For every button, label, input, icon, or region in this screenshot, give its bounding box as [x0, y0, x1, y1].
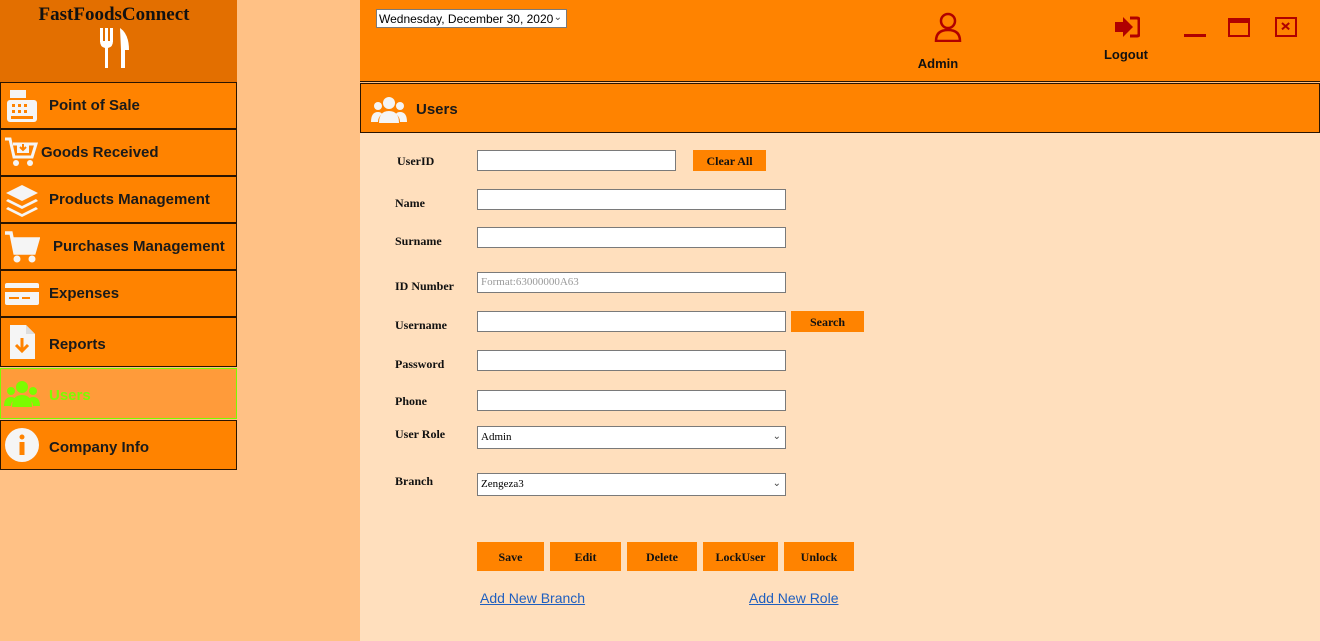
layers-icon: [6, 185, 38, 217]
cart-download-icon: [5, 137, 39, 166]
password-label: Password: [395, 357, 445, 371]
cash-register-icon: [7, 90, 37, 122]
sidebar-item-expenses[interactable]: Expenses: [0, 270, 237, 317]
surname-label: Surname: [395, 234, 442, 248]
username-label: Username: [395, 318, 447, 332]
minimize-icon[interactable]: [1184, 34, 1206, 37]
close-icon[interactable]: [1275, 17, 1297, 37]
fork-knife-icon: [100, 28, 129, 68]
page-title: Users: [416, 101, 458, 118]
user-role-select[interactable]: Admin ⌄: [477, 426, 786, 449]
sidebar-item-label: Company Info: [49, 439, 149, 456]
userid-field[interactable]: [477, 150, 676, 171]
id-number-label: ID Number: [395, 279, 454, 293]
logout-icon[interactable]: [1114, 16, 1140, 38]
name-label: Name: [395, 196, 425, 210]
credit-card-icon: [5, 283, 39, 305]
branch-label: Branch: [395, 474, 434, 488]
sidebar-item-label: Goods Received: [41, 144, 159, 161]
userid-label: UserID: [397, 154, 435, 168]
sidebar-item-label: Reports: [49, 336, 106, 353]
add-new-branch-link[interactable]: Add New Branch: [480, 590, 585, 606]
delete-button[interactable]: Delete: [627, 542, 697, 571]
sidebar-item-purchases-management[interactable]: Purchases Management: [0, 223, 237, 270]
user-form-panel: UserID Clear All Name Surname ID Number …: [360, 133, 1320, 641]
sidebar-item-point-of-sale[interactable]: Point of Sale: [0, 82, 237, 129]
phone-label: Phone: [395, 394, 428, 408]
sidebar-item-reports[interactable]: Reports: [0, 317, 237, 367]
user-role-label: User Role: [395, 427, 446, 441]
clear-all-button[interactable]: Clear All: [693, 150, 766, 171]
password-field[interactable]: [477, 350, 786, 371]
username-field[interactable]: [477, 311, 786, 332]
lock-user-button[interactable]: LockUser: [703, 542, 778, 571]
sidebar-item-label: Products Management: [49, 191, 210, 208]
shopping-cart-icon: [5, 231, 40, 263]
chevron-down-icon: ⌄: [553, 12, 562, 23]
users-icon: [371, 97, 407, 123]
sidebar-item-label: Purchases Management: [53, 238, 225, 255]
sidebar-item-users[interactable]: Users: [0, 368, 237, 419]
phone-field[interactable]: [477, 390, 786, 411]
save-button[interactable]: Save: [477, 542, 544, 571]
sidebar: FastFoodsConnect Point of Sale Goods Rec…: [0, 0, 237, 641]
top-header: Wednesday, December 30, 2020 ⌄ Admin Log…: [360, 0, 1320, 82]
name-field[interactable]: [477, 189, 786, 210]
unlock-button[interactable]: Unlock: [784, 542, 854, 571]
search-button[interactable]: Search: [791, 311, 864, 332]
info-icon: [5, 428, 39, 462]
file-download-icon: [10, 325, 35, 359]
maximize-icon[interactable]: [1228, 18, 1250, 37]
section-header: Users: [360, 83, 1320, 133]
sidebar-item-label: Expenses: [49, 285, 120, 302]
branch-value: Zengeza3: [481, 478, 524, 490]
brand-header: FastFoodsConnect: [0, 0, 237, 82]
logout-label[interactable]: Logout: [1096, 47, 1156, 62]
chevron-down-icon: ⌄: [772, 478, 781, 489]
sidebar-item-label: Point of Sale: [49, 97, 140, 114]
sidebar-item-label: Users: [49, 387, 91, 404]
date-picker[interactable]: Wednesday, December 30, 2020 ⌄: [376, 9, 567, 28]
admin-label[interactable]: Admin: [900, 56, 976, 71]
date-value: Wednesday, December 30, 2020: [379, 12, 554, 26]
users-icon: [4, 381, 40, 407]
user-role-value: Admin: [481, 431, 512, 443]
sidebar-item-goods-received[interactable]: Goods Received: [0, 129, 237, 176]
brand-name: FastFoodsConnect: [38, 4, 190, 25]
branch-select[interactable]: Zengeza3 ⌄: [477, 473, 786, 496]
surname-field[interactable]: [477, 227, 786, 248]
chevron-down-icon: ⌄: [772, 431, 781, 442]
add-new-role-link[interactable]: Add New Role: [749, 590, 839, 606]
id-number-field[interactable]: Format:63000000A63: [477, 272, 786, 293]
sidebar-item-products-management[interactable]: Products Management: [0, 176, 237, 223]
sidebar-item-company-info[interactable]: Company Info: [0, 420, 237, 470]
edit-button[interactable]: Edit: [550, 542, 621, 571]
user-icon[interactable]: [933, 12, 963, 42]
